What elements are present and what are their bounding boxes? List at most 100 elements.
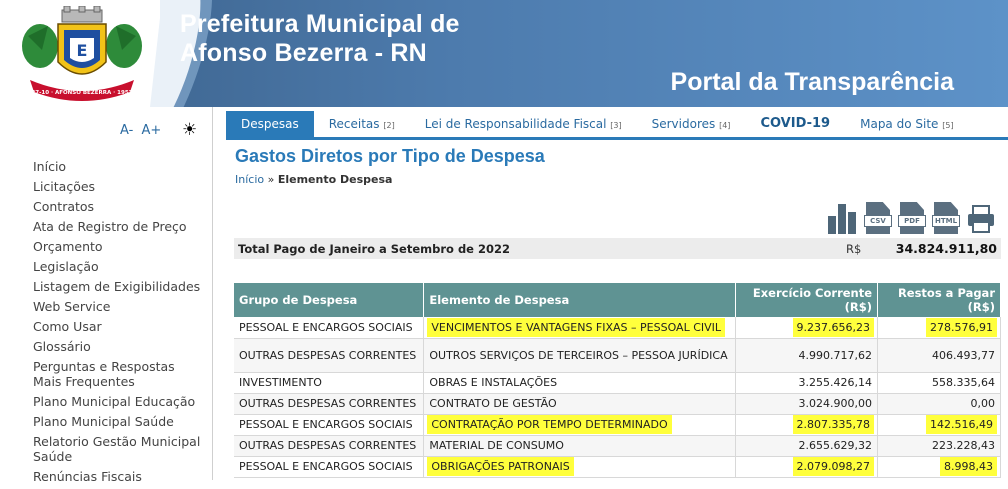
tab-label: COVID-19 bbox=[760, 116, 831, 131]
total-value: 34.824.911,80 bbox=[895, 241, 997, 256]
page-title: Gastos Diretos por Tipo de Despesa bbox=[235, 146, 545, 166]
cell-grupo: PESSOAL E ENCARGOS SOCIAIS bbox=[234, 414, 425, 436]
cell-restos: 142.516,49 bbox=[877, 414, 1001, 436]
sidebar-item-legislacao[interactable]: Legislação bbox=[33, 259, 203, 274]
cell-exercicio: 3.024.900,00 bbox=[735, 393, 879, 415]
tab-mapa-site[interactable]: Mapa do Site [5] bbox=[845, 111, 968, 137]
cell-exercicio: 2.079.098,27 bbox=[735, 456, 879, 478]
tab-accesskey: [2] bbox=[383, 121, 395, 130]
highlighted-text: 142.516,49 bbox=[928, 417, 995, 432]
highlighted-text: 278.576,91 bbox=[928, 319, 995, 335]
tab-accesskey: [4] bbox=[719, 121, 731, 130]
sidebar-item-faq[interactable]: Perguntas e Respostas Mais Frequentes bbox=[33, 359, 203, 389]
cell-restos: 278.576,91 bbox=[877, 317, 1001, 339]
sidebar-item-relatorio-saude[interactable]: Relatorio Gestão Municipal Saúde bbox=[33, 434, 203, 464]
column-header-grupo[interactable]: Grupo de Despesa bbox=[234, 283, 425, 317]
cell-restos: 406.493,77 bbox=[877, 338, 1001, 373]
sidebar-item-licitacoes[interactable]: Licitações bbox=[33, 179, 203, 194]
cell-elemento: CONTRATAÇÃO POR TEMPO DETERMINADO bbox=[423, 414, 737, 436]
sidebar-item-plano-educacao[interactable]: Plano Municipal Educação bbox=[33, 394, 203, 409]
cell-grupo: OUTRAS DESPESAS CORRENTES bbox=[234, 435, 425, 457]
sidebar-item-plano-saude[interactable]: Plano Municipal Saúde bbox=[33, 414, 203, 429]
tab-accesskey: [3] bbox=[610, 121, 622, 130]
highlighted-text: CONTRATAÇÃO POR TEMPO DETERMINADO bbox=[429, 417, 670, 432]
highlighted-text: 2.079.098,27 bbox=[794, 459, 873, 474]
table-row[interactable]: INVESTIMENTO OBRAS E INSTALAÇÕES 3.255.4… bbox=[234, 372, 1001, 394]
table-row[interactable]: PESSOAL E ENCARGOS SOCIAIS CONTRATAÇÃO P… bbox=[234, 414, 1001, 436]
sidebar-item-contratos[interactable]: Contratos bbox=[33, 199, 203, 214]
expense-table: Grupo de Despesa Elemento de Despesa Exe… bbox=[234, 283, 1001, 478]
sidebar-item-orcamento[interactable]: Orçamento bbox=[33, 239, 203, 254]
highlighted-text: VENCIMENTOS E VANTAGENS FIXAS – PESSOAL … bbox=[429, 319, 724, 335]
total-label: Total Pago de Janeiro a Setembro de 2022 bbox=[238, 242, 510, 256]
total-currency: R$ bbox=[846, 242, 862, 256]
cell-grupo: PESSOAL E ENCARGOS SOCIAIS bbox=[234, 317, 425, 339]
table-row[interactable]: PESSOAL E ENCARGOS SOCIAIS VENCIMENTOS E… bbox=[234, 317, 1001, 339]
cell-elemento: OUTROS SERVIÇOS DE TERCEIROS – PESSOA JU… bbox=[423, 338, 737, 373]
tab-covid[interactable]: COVID-19 bbox=[745, 111, 845, 137]
export-toolbar: CSV PDF HTML bbox=[826, 200, 996, 234]
print-icon[interactable] bbox=[966, 204, 996, 234]
cell-grupo: OUTRAS DESPESAS CORRENTES bbox=[234, 393, 425, 415]
coat-ribbon-text: 27-10 · AFONSO BEZERRA · 1953 bbox=[31, 90, 132, 96]
municipality-line2: Afonso Bezerra - RN bbox=[180, 39, 427, 67]
breadcrumb: Início » Elemento Despesa bbox=[235, 173, 392, 186]
column-header-elemento[interactable]: Elemento de Despesa bbox=[423, 283, 737, 317]
cell-grupo: OUTRAS DESPESAS CORRENTES bbox=[234, 338, 425, 373]
cell-elemento: MATERIAL DE CONSUMO bbox=[423, 435, 737, 457]
sidebar-item-exigibilidades[interactable]: Listagem de Exigibilidades bbox=[33, 279, 203, 294]
highlighted-text: 2.807.335,78 bbox=[794, 417, 873, 432]
svg-text:E: E bbox=[77, 41, 88, 60]
tab-accesskey: [5] bbox=[942, 121, 954, 130]
cell-exercicio: 2.655.629,32 bbox=[735, 435, 879, 457]
cell-restos: 8.998,43 bbox=[877, 456, 1001, 478]
sidebar-item-inicio[interactable]: Início bbox=[33, 159, 203, 174]
font-decrease-button[interactable]: A- bbox=[120, 123, 133, 138]
cell-exercicio: 9.237.656,23 bbox=[735, 317, 879, 339]
site-header: E 27-10 · AFONSO BEZERRA · 1953 Prefeitu… bbox=[0, 0, 1008, 107]
sidebar-menu: Início Licitações Contratos Ata de Regis… bbox=[33, 159, 203, 489]
column-header-restos[interactable]: Restos a Pagar (R$) bbox=[877, 283, 1001, 317]
cell-grupo: PESSOAL E ENCARGOS SOCIAIS bbox=[234, 456, 425, 478]
table-row[interactable]: OUTRAS DESPESAS CORRENTES OUTROS SERVIÇO… bbox=[234, 338, 1001, 373]
column-header-label: Restos a Pagar bbox=[897, 286, 995, 300]
column-header-unit: (R$) bbox=[967, 300, 995, 314]
coat-of-arms-logo[interactable]: E 27-10 · AFONSO BEZERRA · 1953 bbox=[18, 6, 146, 104]
csv-export-icon[interactable]: CSV bbox=[864, 202, 892, 234]
chart-icon[interactable] bbox=[826, 202, 858, 234]
table-row[interactable]: OUTRAS DESPESAS CORRENTES CONTRATO DE GE… bbox=[234, 393, 1001, 415]
column-header-exercicio[interactable]: Exercício Corrente (R$) bbox=[735, 283, 879, 317]
sidebar-item-renuncias-fiscais[interactable]: Renúncias Fiscais bbox=[33, 469, 203, 484]
breadcrumb-separator: » bbox=[267, 173, 275, 186]
font-increase-button[interactable]: A+ bbox=[141, 123, 161, 138]
table-row[interactable]: PESSOAL E ENCARGOS SOCIAIS OBRIGAÇÕES PA… bbox=[234, 456, 1001, 478]
highlighted-text: 9.237.656,23 bbox=[794, 319, 873, 335]
tab-receitas[interactable]: Receitas [2] bbox=[314, 111, 410, 137]
tab-despesas[interactable]: Despesas bbox=[226, 111, 314, 137]
municipality-title: Prefeitura Municipal de Afonso Bezerra -… bbox=[180, 10, 460, 68]
tab-label: Despesas bbox=[241, 117, 299, 131]
sun-icon[interactable]: ☀ bbox=[182, 120, 197, 140]
cell-elemento: VENCIMENTOS E VANTAGENS FIXAS – PESSOAL … bbox=[423, 317, 737, 339]
html-export-icon[interactable]: HTML bbox=[932, 202, 960, 234]
cell-elemento: CONTRATO DE GESTÃO bbox=[423, 393, 737, 415]
tab-servidores[interactable]: Servidores [4] bbox=[637, 111, 746, 137]
sidebar-item-glossario[interactable]: Glossário bbox=[33, 339, 203, 354]
export-label: HTML bbox=[932, 215, 960, 227]
table-row[interactable]: OUTRAS DESPESAS CORRENTES MATERIAL DE CO… bbox=[234, 435, 1001, 457]
tab-label: Receitas bbox=[328, 117, 380, 131]
sidebar-item-como-usar[interactable]: Como Usar bbox=[33, 319, 203, 334]
municipality-line1: Prefeitura Municipal de bbox=[180, 10, 460, 38]
column-header-label: Exercício Corrente bbox=[752, 286, 873, 300]
cell-restos: 223.228,43 bbox=[877, 435, 1001, 457]
sidebar-item-ata-registro-preco[interactable]: Ata de Registro de Preço bbox=[33, 219, 203, 234]
tab-label: Servidores bbox=[651, 117, 716, 131]
pdf-export-icon[interactable]: PDF bbox=[898, 202, 926, 234]
tab-lrf[interactable]: Lei de Responsabilidade Fiscal [3] bbox=[410, 111, 637, 137]
portal-title: Portal da Transparência bbox=[670, 68, 954, 96]
sidebar-item-web-service[interactable]: Web Service bbox=[33, 299, 203, 314]
cell-elemento: OBRIGAÇÕES PATRONAIS bbox=[423, 456, 737, 478]
tab-label: Mapa do Site bbox=[860, 117, 939, 131]
breadcrumb-home-link[interactable]: Início bbox=[235, 173, 264, 186]
cell-restos: 0,00 bbox=[877, 393, 1001, 415]
